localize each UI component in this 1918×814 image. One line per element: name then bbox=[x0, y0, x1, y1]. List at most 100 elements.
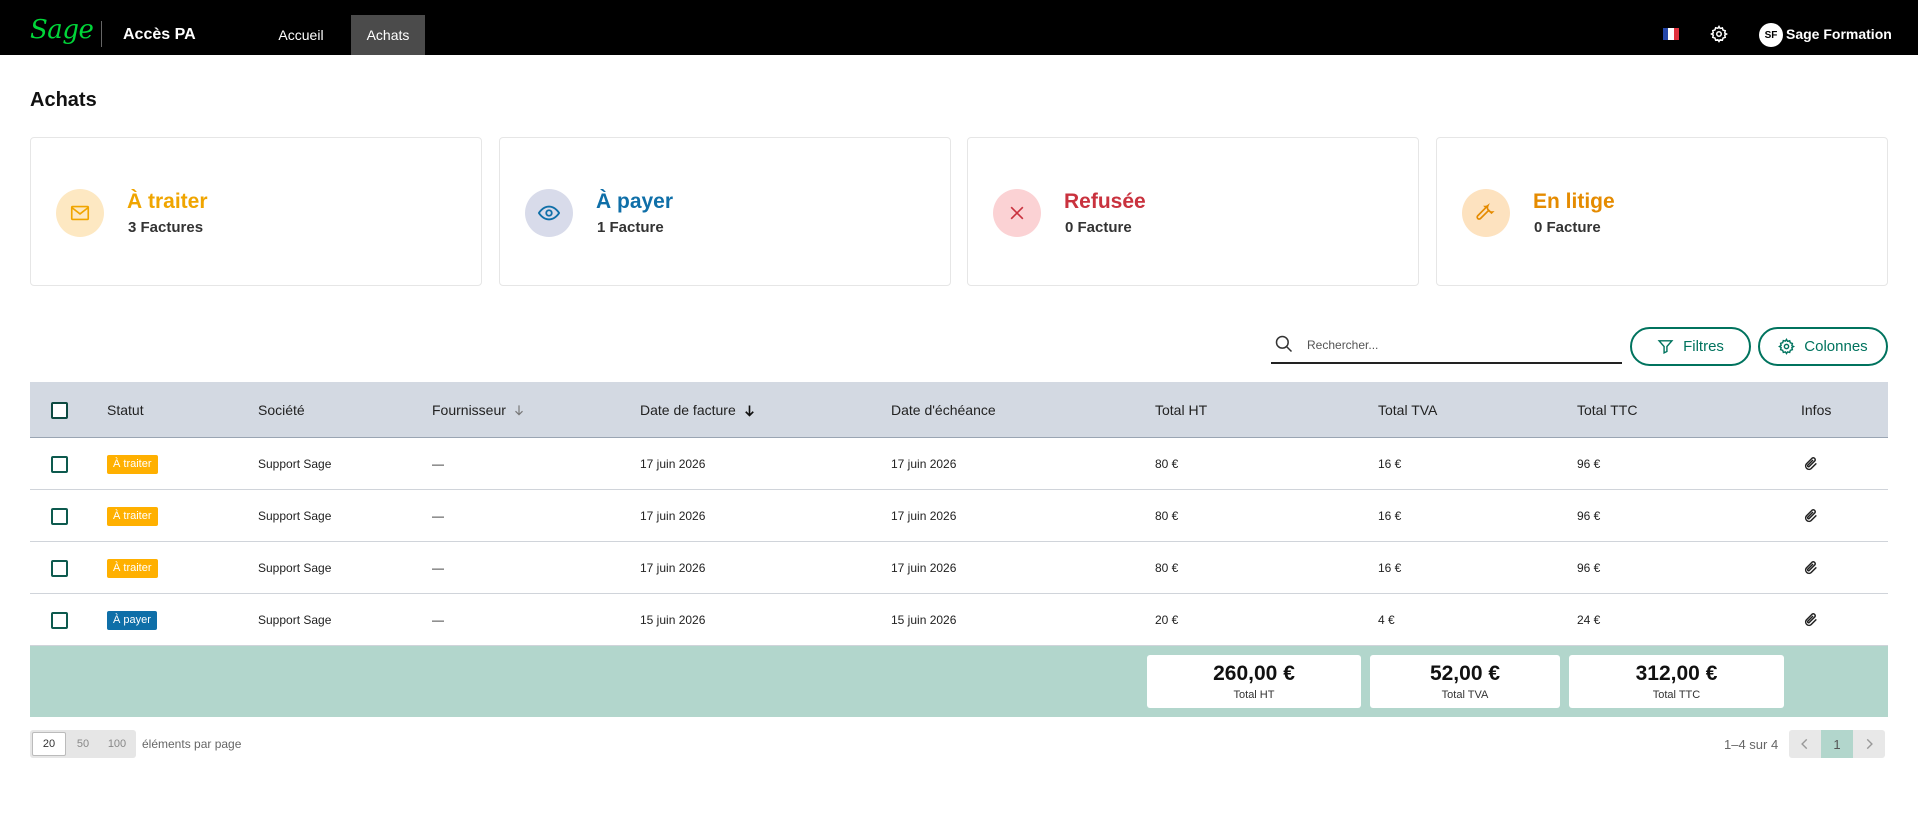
card-title: En litige bbox=[1533, 190, 1615, 213]
column-header-total-tva[interactable]: Total TVA bbox=[1378, 382, 1437, 438]
previous-page-button[interactable] bbox=[1789, 730, 1821, 758]
cell-total-tva: 4 € bbox=[1378, 613, 1395, 627]
cell-total-tva: 16 € bbox=[1378, 509, 1402, 523]
cell-total-ht: 20 € bbox=[1155, 613, 1179, 627]
row-checkbox[interactable] bbox=[51, 507, 68, 525]
card-title: À payer bbox=[596, 190, 674, 213]
page-title: Achats bbox=[30, 89, 97, 111]
page-size-option[interactable]: 50 bbox=[66, 732, 100, 756]
card-subtitle: 0 Facture bbox=[1065, 219, 1132, 236]
column-header-total-ht[interactable]: Total HT bbox=[1155, 382, 1207, 438]
page-size-option[interactable]: 100 bbox=[100, 732, 134, 756]
cell-date-echeance: 17 juin 2026 bbox=[891, 561, 957, 575]
card-refusee[interactable]: Refusée 0 Facture bbox=[967, 137, 1419, 286]
card-title: À traiter bbox=[127, 190, 208, 213]
cell-societe: Support Sage bbox=[258, 509, 332, 523]
card-subtitle: 0 Facture bbox=[1534, 219, 1601, 236]
total-label: Total HT bbox=[1233, 688, 1275, 701]
cell-total-ht: 80 € bbox=[1155, 509, 1179, 523]
cell-total-tva: 16 € bbox=[1378, 457, 1402, 471]
column-header-label: Date de facture bbox=[640, 402, 736, 418]
table-row[interactable]: À payer Support Sage — 15 juin 2026 15 j… bbox=[30, 594, 1888, 646]
pager: 1 bbox=[1789, 730, 1885, 758]
filter-icon bbox=[1657, 340, 1674, 355]
columns-button[interactable]: Colonnes bbox=[1758, 327, 1888, 366]
paperclip-icon[interactable] bbox=[1803, 456, 1819, 472]
total-label: Total TVA bbox=[1441, 688, 1489, 701]
cell-total-ttc: 96 € bbox=[1577, 509, 1601, 523]
select-all-checkbox[interactable] bbox=[51, 401, 68, 419]
sage-logo[interactable]: Sage bbox=[30, 17, 94, 43]
table-row[interactable]: À traiter Support Sage — 17 juin 2026 17… bbox=[30, 490, 1888, 542]
eye-icon bbox=[525, 189, 573, 237]
paperclip-icon[interactable] bbox=[1803, 612, 1819, 628]
columns-label: Colonnes bbox=[1804, 338, 1868, 355]
total-ht-box: 260,00 € Total HT bbox=[1147, 655, 1361, 708]
gear-icon[interactable] bbox=[1710, 25, 1728, 43]
cell-fournisseur: — bbox=[432, 509, 444, 523]
cell-societe: Support Sage bbox=[258, 457, 332, 471]
page-size-option[interactable]: 20 bbox=[32, 732, 66, 756]
total-tva-box: 52,00 € Total TVA bbox=[1370, 655, 1560, 708]
totals-bar: 260,00 € Total HT 52,00 € Total TVA 312,… bbox=[30, 646, 1888, 717]
user-name[interactable]: Sage Formation bbox=[1786, 26, 1892, 42]
cell-date-facture: 17 juin 2026 bbox=[640, 509, 706, 523]
row-checkbox[interactable] bbox=[51, 611, 68, 629]
mail-icon bbox=[56, 189, 104, 237]
cell-date-facture: 15 juin 2026 bbox=[640, 613, 706, 627]
column-header-fournisseur[interactable]: Fournisseur bbox=[432, 382, 526, 438]
cell-total-tva: 16 € bbox=[1378, 561, 1402, 575]
row-checkbox[interactable] bbox=[51, 559, 68, 577]
cell-fournisseur: — bbox=[432, 613, 444, 627]
column-header-statut[interactable]: Statut bbox=[107, 382, 144, 438]
table-row[interactable]: À traiter Support Sage — 17 juin 2026 17… bbox=[30, 542, 1888, 594]
cell-total-ht: 80 € bbox=[1155, 561, 1179, 575]
table-header: Statut Société Fournisseur Date de factu… bbox=[30, 382, 1888, 438]
cell-total-ttc: 96 € bbox=[1577, 561, 1601, 575]
status-badge: À traiter bbox=[107, 506, 158, 526]
cell-date-echeance: 17 juin 2026 bbox=[891, 457, 957, 471]
top-bar: Sage Accès PA Accueil Achats SF Sage For… bbox=[0, 0, 1918, 55]
cell-total-ttc: 96 € bbox=[1577, 457, 1601, 471]
gear-icon bbox=[1778, 338, 1796, 355]
cell-total-ttc: 24 € bbox=[1577, 613, 1601, 627]
table-row[interactable]: À traiter Support Sage — 17 juin 2026 17… bbox=[30, 438, 1888, 490]
column-header-date-echeance[interactable]: Date d'échéance bbox=[891, 382, 996, 438]
row-checkbox[interactable] bbox=[51, 455, 68, 473]
status-badge: À traiter bbox=[107, 454, 158, 474]
nav-item-accueil[interactable]: Accueil bbox=[270, 15, 332, 55]
status-badge: À payer bbox=[107, 610, 157, 630]
cell-date-facture: 17 juin 2026 bbox=[640, 561, 706, 575]
paperclip-icon[interactable] bbox=[1803, 508, 1819, 524]
card-title: Refusée bbox=[1064, 190, 1146, 213]
search-field bbox=[1271, 328, 1622, 364]
card-a-traiter[interactable]: À traiter 3 Factures bbox=[30, 137, 482, 286]
card-en-litige[interactable]: En litige 0 Facture bbox=[1436, 137, 1888, 286]
filters-label: Filtres bbox=[1683, 338, 1724, 355]
sort-arrow-down-icon bbox=[744, 405, 754, 417]
card-a-payer[interactable]: À payer 1 Facture bbox=[499, 137, 951, 286]
sort-arrow-down-icon bbox=[515, 405, 523, 416]
card-subtitle: 3 Factures bbox=[128, 219, 204, 236]
total-amount: 260,00 € bbox=[1213, 662, 1295, 686]
avatar[interactable]: SF bbox=[1759, 23, 1783, 47]
invoices-table: Statut Société Fournisseur Date de factu… bbox=[30, 382, 1888, 646]
cell-total-ht: 80 € bbox=[1155, 457, 1179, 471]
logo-divider bbox=[101, 21, 102, 47]
column-header-societe[interactable]: Société bbox=[258, 382, 305, 438]
column-header-label: Fournisseur bbox=[432, 402, 506, 418]
paperclip-icon[interactable] bbox=[1803, 560, 1819, 576]
total-label: Total TTC bbox=[1652, 688, 1701, 701]
search-icon bbox=[1275, 335, 1293, 353]
page-size-selector: 20 50 100 bbox=[30, 730, 136, 758]
nav-item-achats[interactable]: Achats bbox=[351, 15, 425, 55]
search-input[interactable] bbox=[1307, 332, 1607, 358]
filters-button[interactable]: Filtres bbox=[1630, 327, 1751, 366]
flag-fr-icon[interactable] bbox=[1663, 28, 1679, 40]
page-number-button[interactable]: 1 bbox=[1821, 730, 1853, 758]
next-page-button[interactable] bbox=[1853, 730, 1885, 758]
chevron-right-icon bbox=[1866, 738, 1873, 750]
column-header-date-facture[interactable]: Date de facture bbox=[640, 382, 757, 438]
total-amount: 52,00 € bbox=[1429, 662, 1501, 686]
column-header-total-ttc[interactable]: Total TTC bbox=[1577, 382, 1637, 438]
